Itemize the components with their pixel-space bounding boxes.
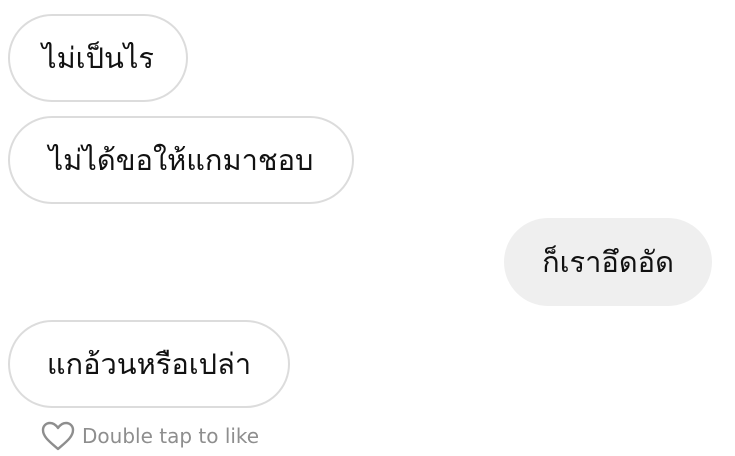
message-bubble-incoming[interactable]: ไม่เป็นไร (8, 14, 188, 102)
message-text: ไม่ได้ขอให้แกมาชอบ (48, 142, 314, 177)
like-hint-label: Double tap to like (82, 424, 260, 448)
message-bubble-incoming[interactable]: แกอ้วนหรือเปล่า (8, 320, 290, 408)
double-tap-like-hint: Double tap to like (40, 418, 259, 454)
message-text: ไม่เป็นไร (41, 40, 154, 75)
heart-outline-icon[interactable] (40, 420, 76, 452)
message-bubble-outgoing[interactable]: ก็เราอึดอัด (504, 218, 712, 306)
message-text: ก็เราอึดอัด (542, 244, 674, 279)
message-bubble-incoming[interactable]: ไม่ได้ขอให้แกมาชอบ (8, 116, 354, 204)
message-text: แกอ้วนหรือเปล่า (46, 346, 252, 381)
chat-thread: ไม่เป็นไร ไม่ได้ขอให้แกมาชอบ ก็เราอึดอัด… (0, 0, 735, 456)
